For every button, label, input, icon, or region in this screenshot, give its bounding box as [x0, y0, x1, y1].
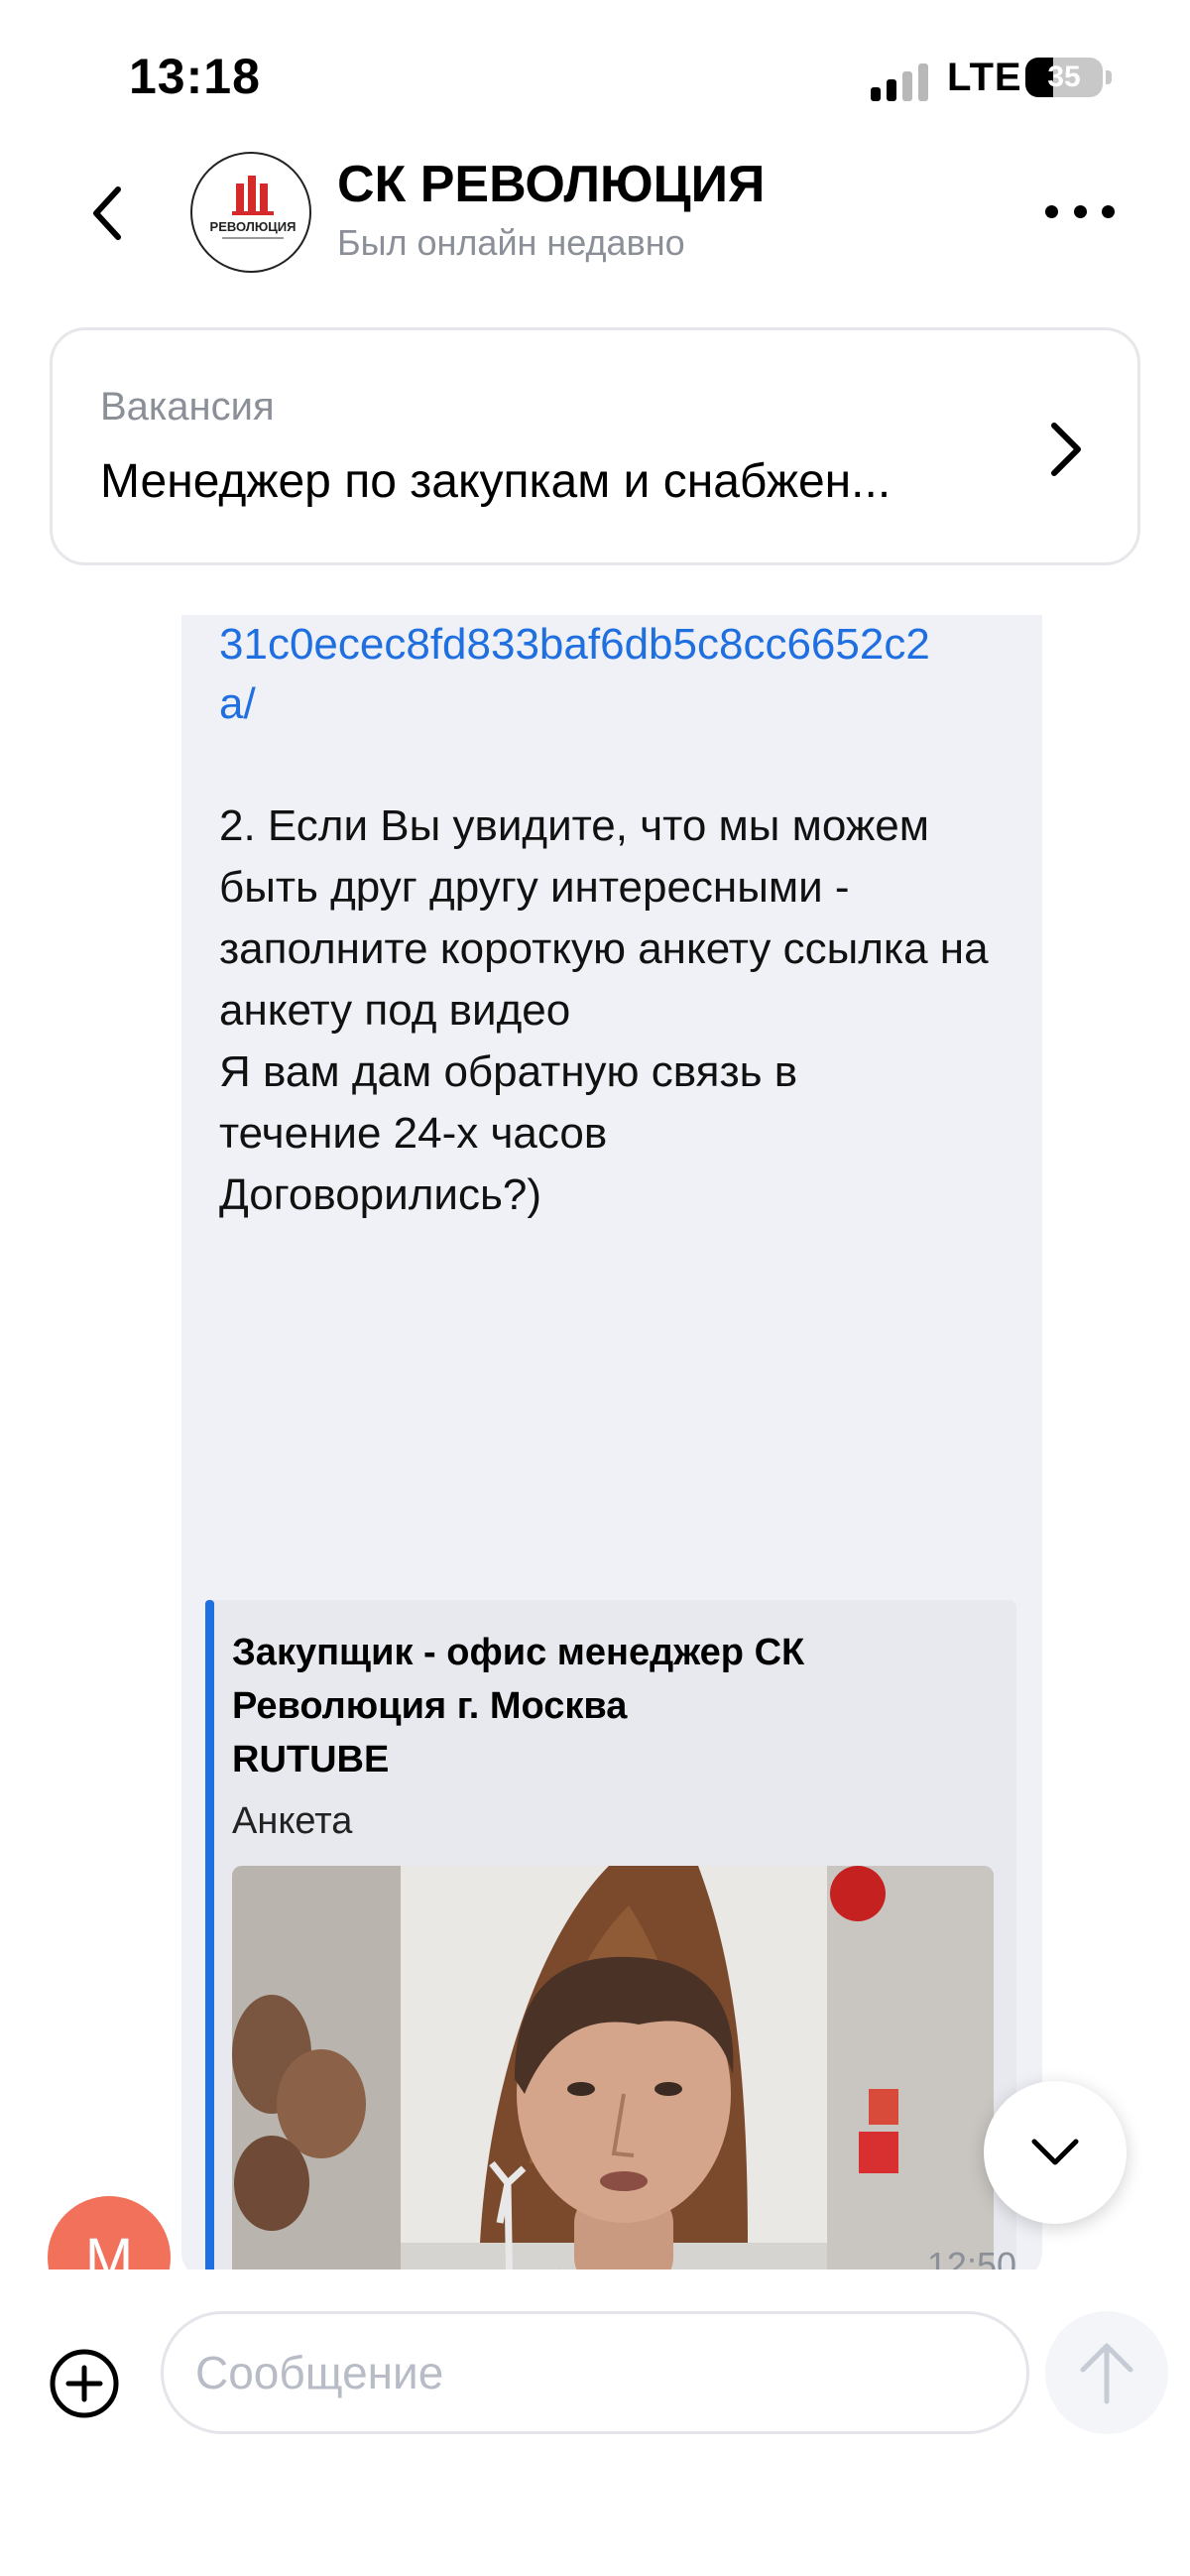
preview-description: Анкета	[232, 1800, 353, 1842]
battery-tip	[1106, 70, 1112, 84]
more-options-button[interactable]	[1045, 196, 1115, 226]
status-bar: 13:18 LTE 35	[0, 0, 1190, 149]
message-bubble[interactable]: 31c0ecec8fd833baf6db5c8cc6652c2 a/ 2. Ес…	[181, 615, 1042, 2269]
message-input[interactable]	[161, 2311, 1029, 2434]
back-button[interactable]	[77, 174, 137, 253]
vacancy-label: Вакансия	[100, 385, 275, 429]
chat-messages[interactable]: 31c0ecec8fd833baf6db5c8cc6652c2 a/ 2. Ес…	[0, 615, 1190, 2269]
chat-header: РЕВОЛЮЦИЯ СК РЕВОЛЮЦИЯ Был онлайн недавн…	[0, 149, 1190, 278]
preview-title: Закупщик - офис менеджер СК Революция г.…	[232, 1632, 805, 1727]
network-type: LTE	[947, 56, 1022, 99]
preview-site: RUTUBE	[232, 1739, 390, 1780]
logo-icon: РЕВОЛЮЦИЯ	[210, 176, 297, 239]
message-time: 12:50	[926, 2245, 1016, 2269]
attach-button[interactable]	[48, 2347, 121, 2420]
send-button[interactable]	[1045, 2311, 1168, 2434]
message-paragraph: Я вам дам обратную связь в течение 24-х …	[219, 1042, 1022, 1226]
preview-accent-bar	[205, 1600, 214, 2269]
dot	[1045, 204, 1058, 218]
message-link[interactable]: 31c0ecec8fd833baf6db5c8cc6652c2 a/	[219, 615, 1042, 734]
plus-circle-icon	[50, 2349, 119, 2418]
message-input-bar	[0, 2269, 1190, 2576]
signal-icon	[871, 61, 930, 101]
vacancy-title: Менеджер по закупкам и снабжен...	[100, 455, 892, 508]
online-status: Был онлайн недавно	[337, 222, 685, 263]
vacancy-card[interactable]: Вакансия Менеджер по закупкам и снабжен.…	[50, 327, 1140, 565]
chevron-left-icon	[93, 186, 121, 240]
arrow-up-icon	[1080, 2343, 1133, 2404]
battery-level: 35	[1047, 61, 1081, 93]
chevron-down-icon	[1031, 2139, 1079, 2165]
logo-text: РЕВОЛЮЦИЯ	[210, 219, 297, 234]
dot	[1073, 204, 1087, 218]
message-line: Я вам дам обратную связь в	[219, 1047, 798, 1096]
battery-icon: 35	[1025, 58, 1103, 97]
message-link-line[interactable]: 31c0ecec8fd833baf6db5c8cc6652c2	[219, 615, 1042, 675]
avatar-letter: М	[84, 2227, 134, 2269]
video-thumbnail[interactable]	[232, 1866, 994, 2269]
chevron-right-icon	[1051, 423, 1081, 476]
user-avatar[interactable]: М	[48, 2196, 171, 2269]
dot	[1102, 204, 1115, 218]
link-preview[interactable]: Закупщик - офис менеджер СК Революция г.…	[205, 1600, 1016, 2269]
company-logo[interactable]: РЕВОЛЮЦИЯ	[190, 152, 311, 273]
scroll-to-bottom-button[interactable]	[984, 2081, 1127, 2224]
message-line: течение 24-х часов	[219, 1109, 608, 1158]
message-paragraph: 2. Если Вы увидите, что мы можем быть др…	[219, 801, 989, 1035]
message-line: Договорились?)	[219, 1170, 542, 1219]
status-time: 13:18	[129, 49, 261, 104]
message-link-line[interactable]: a/	[219, 675, 1042, 734]
chat-title[interactable]: СК РЕВОЛЮЦИЯ	[337, 155, 765, 214]
video-thumbnail-image	[232, 1866, 994, 2269]
